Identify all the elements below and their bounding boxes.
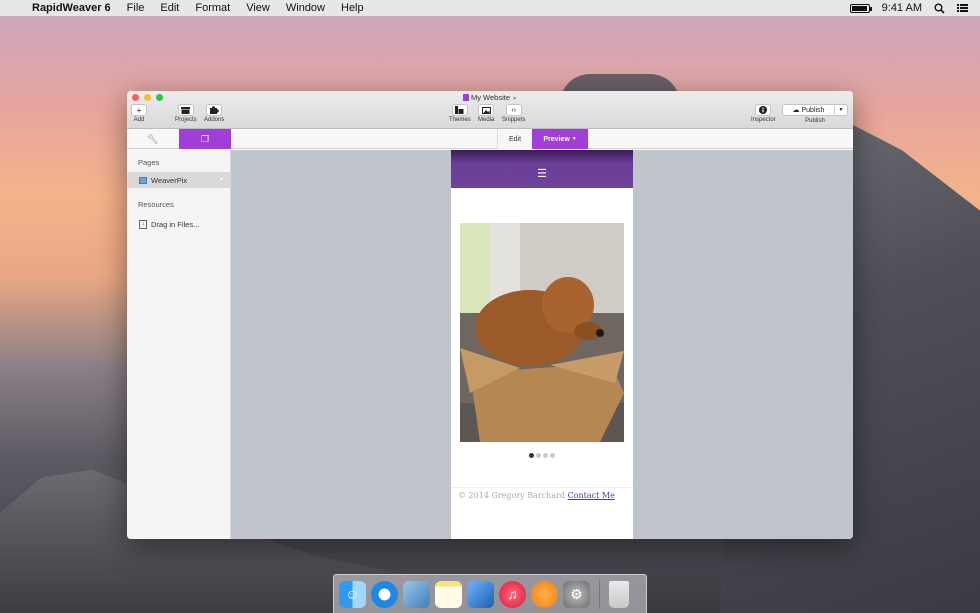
spotlight-search-icon[interactable]: [934, 3, 945, 14]
projects-button[interactable]: Projects: [175, 104, 197, 123]
ibooks-icon[interactable]: [531, 580, 558, 608]
preview-icon[interactable]: [403, 580, 430, 608]
contact-me-link[interactable]: Contact Me: [568, 491, 615, 500]
resources-drop-area[interactable]: ↓ Drag in Files...: [127, 216, 230, 232]
battery-icon[interactable]: [849, 3, 872, 13]
dock-separator: [599, 579, 600, 609]
resources-drop-label: Drag in Files...: [151, 219, 200, 229]
window-title[interactable]: My Website ▼: [127, 93, 853, 102]
sidebar-item-weaverpix[interactable]: WeaverPix ▼: [127, 172, 230, 188]
themes-button[interactable]: Themes: [449, 104, 471, 123]
xcode-icon[interactable]: [467, 580, 494, 608]
slide-dot[interactable]: [536, 453, 541, 458]
wrench-icon: 🔧︎: [147, 133, 159, 144]
preview-mode-label: Preview: [543, 135, 570, 143]
inspector-label: Inspector: [751, 117, 776, 123]
chevron-down-icon[interactable]: ▼: [219, 177, 224, 183]
sidebar-item-label: WeaverPix: [151, 175, 188, 185]
menu-format[interactable]: Format: [187, 2, 238, 14]
notification-center-icon[interactable]: [957, 3, 968, 13]
publish-button[interactable]: ☁ Publish ▼: [782, 104, 848, 116]
preview-canvas: ☰ © 2014 Gregory Barchard Contact Me: [231, 150, 853, 539]
menu-view[interactable]: View: [238, 2, 278, 14]
themes-icon: [451, 104, 468, 116]
resources-heading: Resources: [138, 200, 174, 209]
footer-divider: [451, 487, 633, 488]
site-header: ☰: [451, 150, 633, 188]
themes-label: Themes: [449, 117, 471, 123]
dog-in-box-photo: [460, 223, 624, 442]
media-button[interactable]: Media: [478, 104, 494, 123]
pages-icon: ❐: [200, 133, 210, 144]
chevron-down-icon: ▼: [571, 136, 577, 142]
edit-mode-button[interactable]: Edit: [497, 129, 532, 149]
menu-app-name[interactable]: RapidWeaver 6: [28, 2, 119, 14]
preview-mode-button[interactable]: Preview ▼: [532, 129, 588, 149]
dock: ☺ ♫ ⚙: [333, 574, 647, 613]
slideshow-photo[interactable]: [460, 223, 624, 442]
menu-file[interactable]: File: [119, 2, 153, 14]
media-label: Media: [478, 117, 495, 123]
menu-bar: RapidWeaver 6 File Edit Format View Wind…: [0, 0, 980, 16]
menu-edit[interactable]: Edit: [152, 2, 187, 14]
site-footer: © 2014 Gregory Barchard Contact Me: [458, 491, 615, 500]
tab-pages[interactable]: ❐: [179, 129, 231, 149]
puzzle-icon: [206, 104, 223, 116]
slide-dot[interactable]: [529, 453, 534, 458]
mobile-preview: ☰ © 2014 Gregory Barchard Contact Me: [451, 150, 633, 539]
clock[interactable]: 9:41 AM: [882, 2, 922, 14]
notes-icon[interactable]: [435, 580, 462, 608]
publish-main[interactable]: ☁ Publish: [783, 106, 835, 114]
code-icon: ‹›: [505, 104, 522, 116]
hamburger-icon[interactable]: ☰: [537, 167, 547, 180]
download-icon: ↓: [139, 219, 147, 229]
publish-button-text: Publish: [801, 107, 825, 114]
slideshow-pagination: [451, 453, 633, 458]
itunes-icon[interactable]: ♫: [499, 580, 526, 608]
window-title-text: My Website: [470, 93, 510, 102]
add-label: Add: [133, 117, 145, 123]
add-button[interactable]: + Add: [131, 104, 147, 123]
menu-window[interactable]: Window: [278, 2, 333, 14]
addons-label: Addons: [204, 117, 225, 123]
media-icon: [478, 104, 495, 116]
slide-dot[interactable]: [543, 453, 548, 458]
projects-icon: [177, 104, 194, 116]
addons-button[interactable]: Addons: [204, 104, 224, 123]
plus-icon: +: [131, 104, 147, 116]
snippets-button[interactable]: ‹› Snippets: [502, 104, 525, 123]
system-preferences-icon[interactable]: ⚙: [563, 580, 590, 608]
finder-icon[interactable]: ☺: [339, 580, 366, 608]
publish-label: Publish: [805, 118, 825, 124]
menu-help[interactable]: Help: [333, 2, 372, 14]
projects-label: Projects: [175, 117, 197, 123]
sidebar: Pages WeaverPix ▼ Resources ↓ Drag in Fi…: [127, 150, 231, 539]
footer-copyright: © 2014 Gregory Barchard: [458, 491, 566, 500]
chevron-down-icon[interactable]: ▼: [835, 107, 847, 113]
pages-heading: Pages: [138, 158, 160, 167]
chevron-down-icon: ▼: [512, 96, 518, 102]
inspector-button[interactable]: Inspector: [751, 104, 776, 123]
safari-icon[interactable]: [371, 580, 398, 608]
info-icon: [755, 104, 772, 116]
trash-icon[interactable]: [609, 580, 629, 608]
tab-tools[interactable]: 🔧︎: [127, 129, 179, 149]
document-icon: [462, 94, 469, 101]
photo-page-icon: [139, 176, 147, 184]
tab-row: 🔧︎ ❐ Edit Preview ▼: [127, 129, 853, 149]
window-toolbar: My Website ▼ + Add Projects Addons Theme…: [127, 91, 853, 129]
rapidweaver-window: My Website ▼ + Add Projects Addons Theme…: [127, 91, 853, 539]
snippets-label: Snippets: [502, 117, 526, 123]
cloud-icon: ☁: [792, 107, 800, 114]
slide-dot[interactable]: [550, 453, 555, 458]
